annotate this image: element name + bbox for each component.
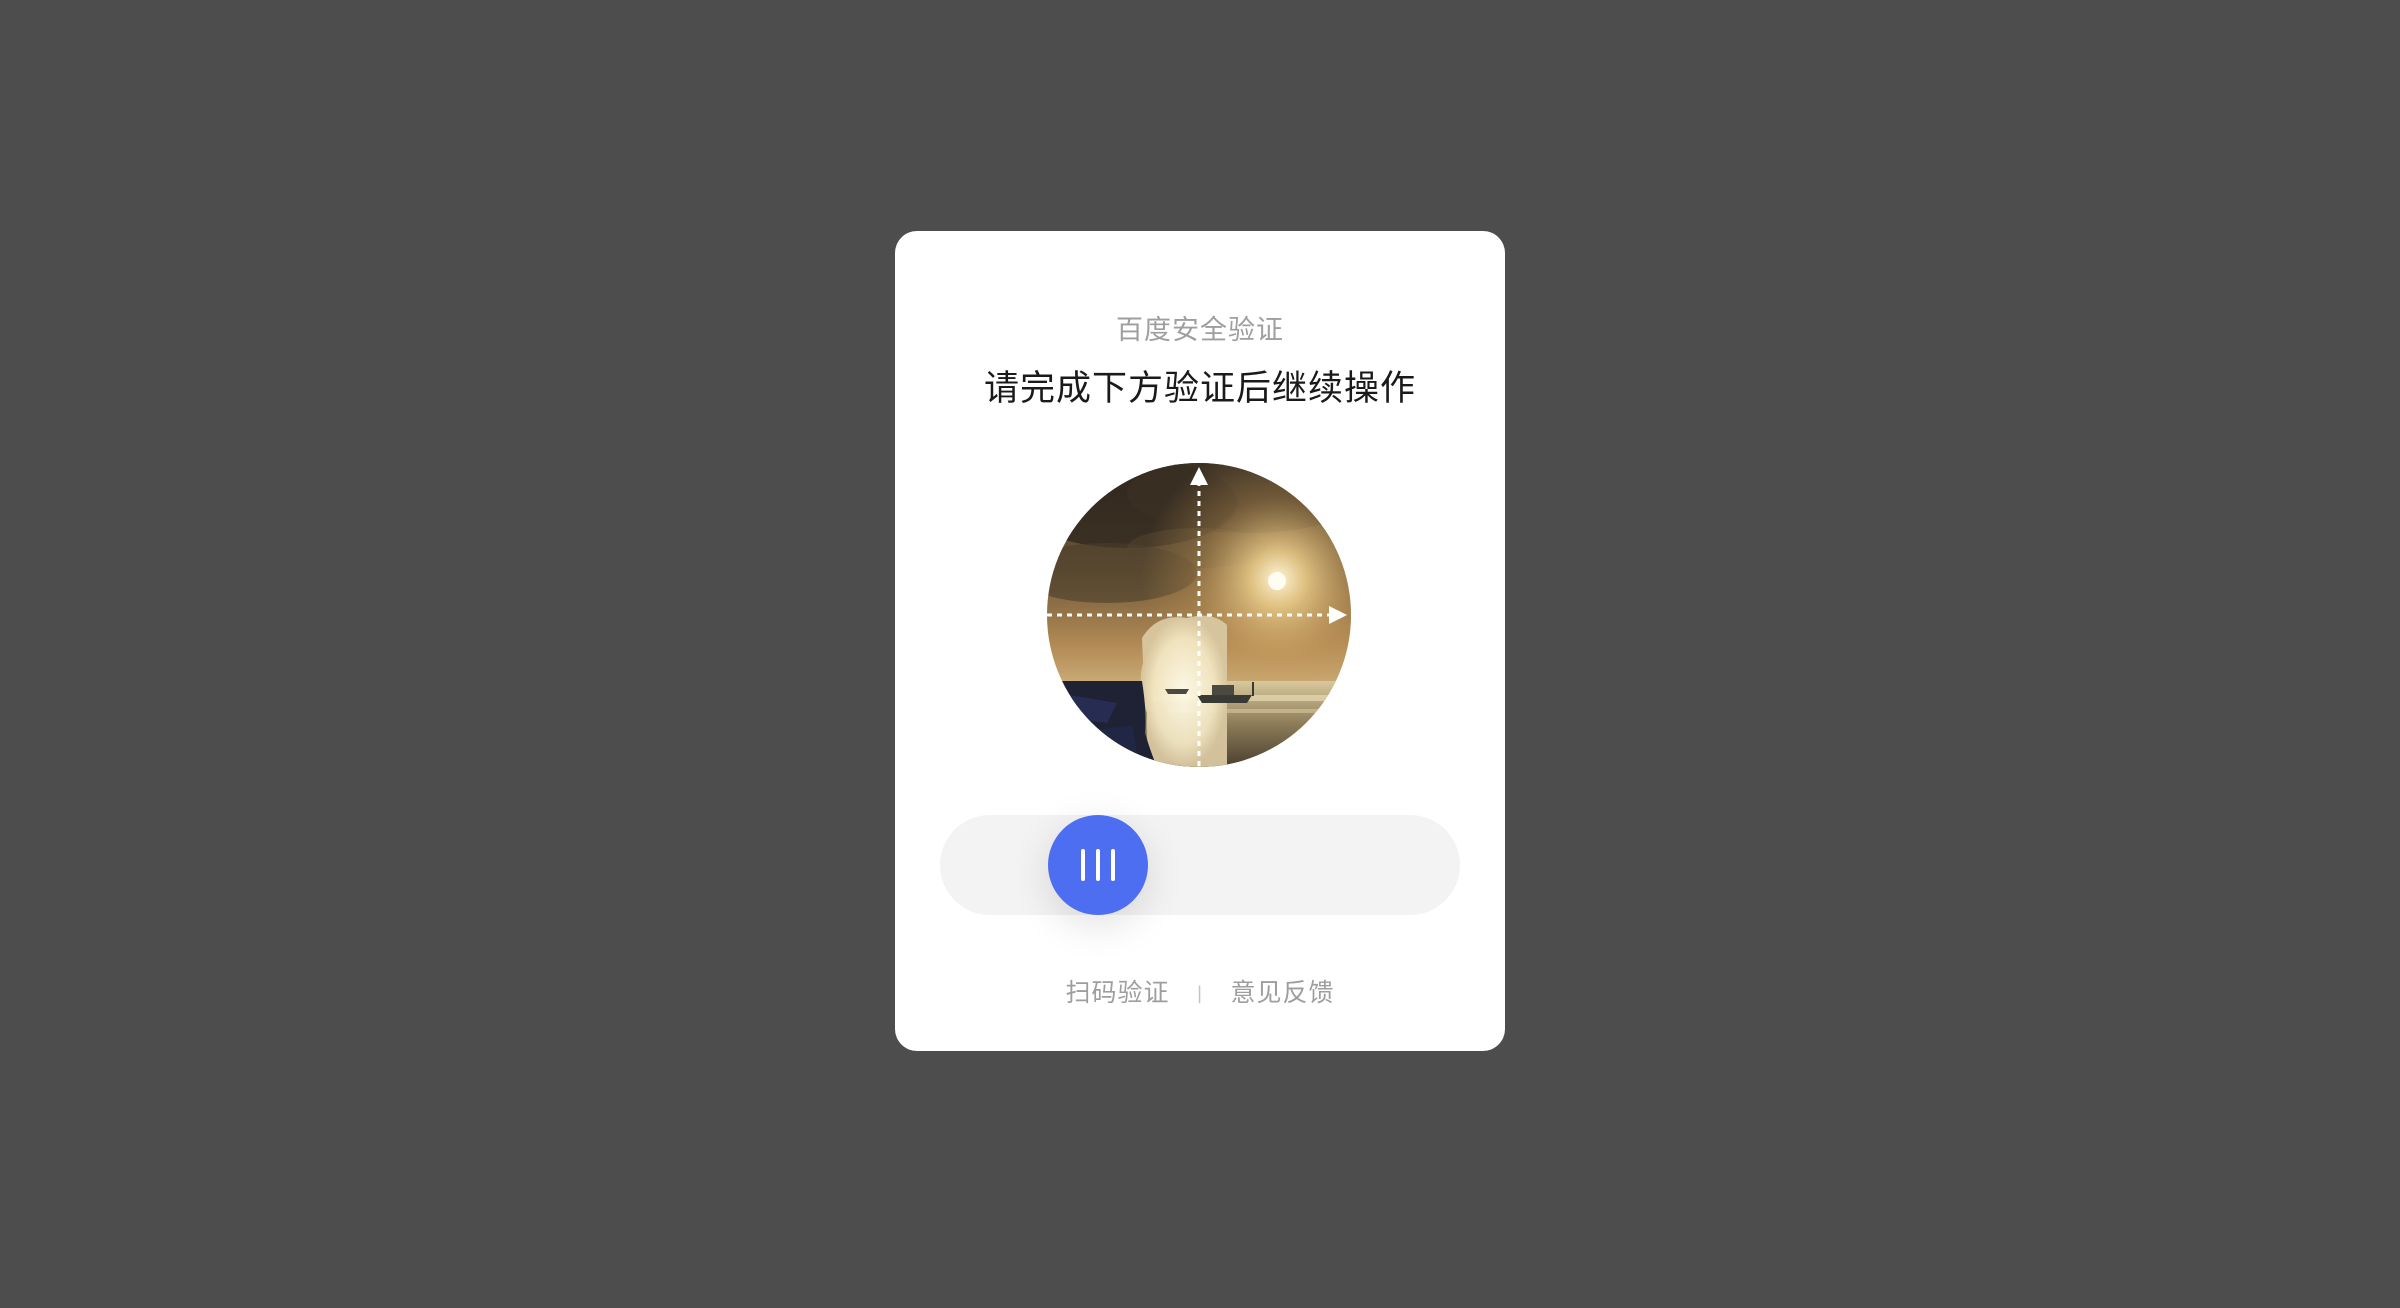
scan-verify-link[interactable]: 扫码验证 xyxy=(1065,978,1169,1007)
grip-line-middle xyxy=(1096,849,1100,881)
footer-separator: | xyxy=(1196,983,1204,1004)
dialog-footer: 扫码验证 | 意见反馈 xyxy=(895,973,1505,1009)
slider-handle-button[interactable] xyxy=(1048,815,1148,915)
slider-track[interactable] xyxy=(940,815,1460,915)
feedback-link[interactable]: 意见反馈 xyxy=(1230,978,1334,1007)
dialog-subtitle: 百度安全验证 xyxy=(1116,315,1284,346)
sunset-sea-photo xyxy=(1047,463,1351,767)
captcha-rotation-image xyxy=(1047,463,1351,767)
dialog-title: 请完成下方验证后继续操作 xyxy=(983,369,1416,409)
grip-lines-icon xyxy=(1081,849,1085,881)
verification-dialog: 百度安全验证 请完成下方验证后继续操作 扫码验证 | 意见反馈 xyxy=(895,231,1505,1051)
grip-line-right xyxy=(1111,849,1115,881)
